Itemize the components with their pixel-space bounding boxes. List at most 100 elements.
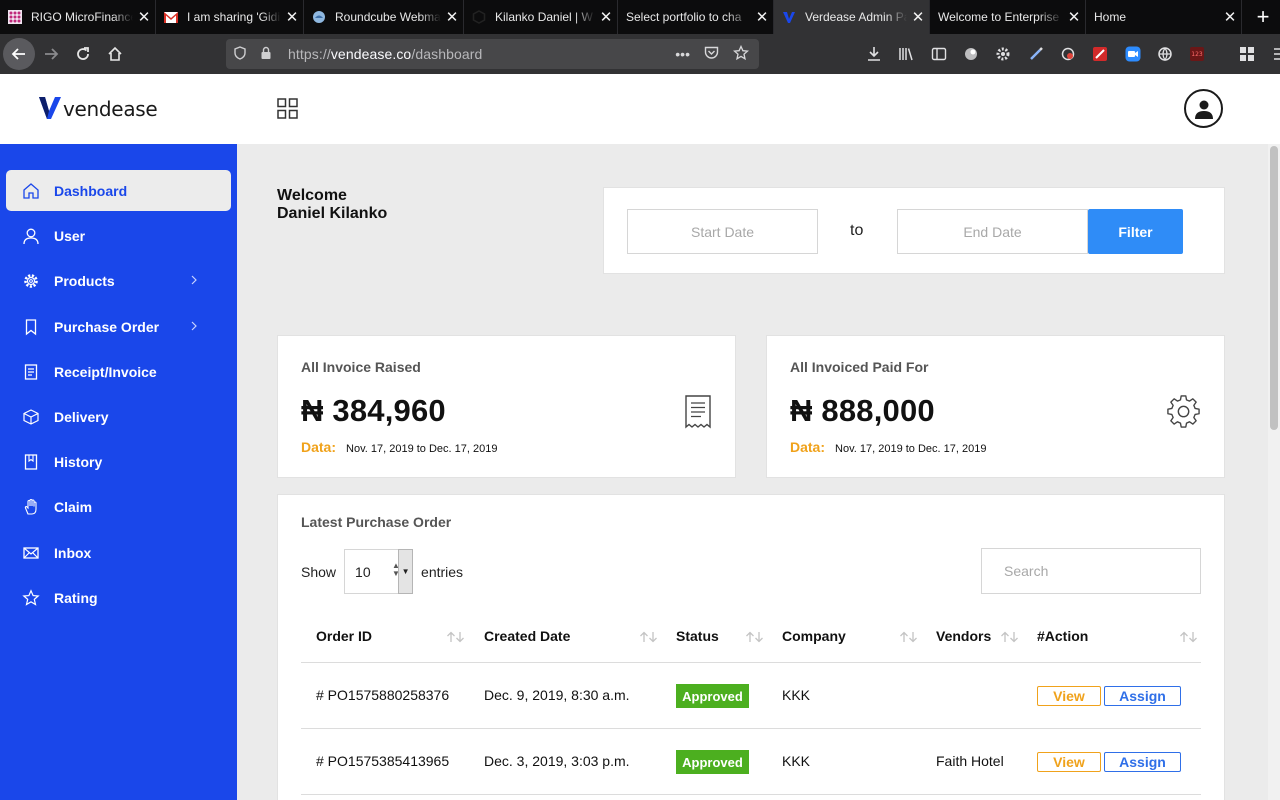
view-button[interactable]: View (1037, 686, 1101, 706)
browser-tab[interactable]: Welcome to Enterprise ✕ (930, 0, 1086, 34)
column-header[interactable]: #Action (1037, 628, 1088, 644)
browser-tab-active[interactable]: Verdease Admin Pa ✕ (774, 0, 930, 34)
start-date-input[interactable]: Start Date (627, 209, 818, 254)
sort-arrows-icon[interactable] (638, 631, 660, 643)
forward-arrow-icon[interactable] (35, 38, 67, 70)
welcome-user-name: Daniel Kilanko (277, 205, 388, 222)
browser-tab[interactable]: Roundcube Webmail ✕ (304, 0, 464, 34)
sidebar-item-products[interactable]: Products (6, 260, 231, 301)
more-actions-icon[interactable]: ••• (675, 46, 690, 62)
close-icon[interactable]: ✕ (1219, 8, 1241, 26)
close-icon[interactable]: ✕ (751, 8, 773, 26)
extension-gear-icon[interactable] (987, 46, 1019, 62)
sort-arrows-icon[interactable] (999, 631, 1021, 643)
table-search-input[interactable]: Search (981, 548, 1201, 594)
order-id-cell: # PO1575880258376 (316, 687, 450, 703)
column-header[interactable]: Order ID (316, 628, 372, 644)
entries-label: entries (421, 563, 464, 580)
sidebar-item-label: User (54, 227, 86, 244)
extensions-puzzle-icon[interactable] (1231, 46, 1263, 62)
table-row: # PO1575880258376 Dec. 9, 2019, 8:30 a.m… (301, 663, 1201, 729)
tab-title: Select portfolio to cha (626, 10, 742, 24)
user-avatar[interactable] (1184, 89, 1223, 128)
reader-view-icon[interactable] (923, 46, 955, 62)
close-icon[interactable]: ✕ (1063, 8, 1085, 26)
extension-red-icon[interactable] (1084, 46, 1116, 62)
sort-arrows-icon[interactable] (898, 631, 920, 643)
library-icon[interactable] (890, 46, 922, 62)
column-header[interactable]: Vendors (936, 628, 991, 644)
sidebar-item-rating[interactable]: Rating (6, 577, 231, 618)
browser-tab[interactable]: Home ✕ (1086, 0, 1242, 34)
entries-select[interactable]: 10 ▲ ▼ ▼ (344, 549, 414, 594)
url-host: vendease.co (330, 46, 412, 62)
svg-text:123: 123 (1191, 51, 1203, 58)
new-tab-icon[interactable]: + (1246, 0, 1280, 34)
end-date-input[interactable]: End Date (897, 209, 1088, 254)
filter-button[interactable]: Filter (1088, 209, 1183, 254)
sidebar-item-receipt-invoice[interactable]: Receipt/Invoice (6, 351, 231, 392)
sidebar-item-inbox[interactable]: Inbox (6, 532, 231, 573)
hamburger-menu-icon[interactable] (1264, 46, 1280, 62)
sidebar-item-purchase-order[interactable]: Purchase Order (6, 306, 231, 347)
extension-red-ring-icon[interactable] (1052, 46, 1084, 62)
order-id-cell: # PO1575385413965 (316, 753, 450, 769)
sort-arrows-icon[interactable] (445, 631, 467, 643)
zoom-extension-icon[interactable] (1116, 46, 1148, 62)
url-actions: ••• (675, 39, 750, 69)
pocket-icon[interactable] (704, 46, 719, 63)
browser-tab[interactable]: Select portfolio to cha ✕ (618, 0, 774, 34)
column-header[interactable]: Created Date (484, 628, 570, 644)
sidebar-item-history[interactable]: History (6, 441, 231, 482)
sort-arrows-icon[interactable] (744, 631, 766, 643)
company-cell: KKK (782, 753, 811, 769)
assign-button[interactable]: Assign (1104, 752, 1181, 772)
bookmark-star-icon[interactable] (732, 44, 750, 64)
assign-button[interactable]: Assign (1104, 686, 1181, 706)
apps-grid-icon[interactable] (277, 98, 298, 119)
dropdown-arrow-icon[interactable]: ▼ (398, 549, 414, 594)
scrollbar-thumb[interactable] (1270, 146, 1278, 430)
browser-tab[interactable]: I am sharing 'Gidi ✕ (156, 0, 304, 34)
close-icon[interactable]: ✕ (907, 8, 929, 26)
tab-title: RIGO MicroFinance (31, 10, 133, 24)
column-header[interactable]: Company (782, 628, 846, 644)
welcome-heading: Welcome Daniel Kilanko (277, 187, 387, 223)
hand-icon (21, 497, 41, 517)
page-scrollbar[interactable] (1268, 144, 1280, 800)
download-icon[interactable] (858, 46, 890, 62)
url-path: /dashboard (411, 46, 483, 62)
view-button[interactable]: View (1037, 752, 1101, 772)
browser-tab[interactable]: RIGO MicroFinance ✕ (0, 0, 156, 34)
shield-icon[interactable] (234, 45, 248, 63)
sidebar-item-user[interactable]: User (6, 215, 231, 256)
vendor-cell: Faith Hotel (936, 753, 1004, 769)
home-icon[interactable] (99, 38, 131, 70)
tab-title: Kilanko Daniel | W (495, 10, 593, 24)
entries-value: 10 (355, 563, 371, 580)
extension-badge-icon[interactable]: 123 (1181, 46, 1213, 62)
vendease-logo[interactable]: vendease (38, 96, 158, 120)
extension-pen-icon[interactable] (1019, 46, 1051, 62)
sidebar-item-delivery[interactable]: Delivery (6, 396, 231, 437)
close-icon[interactable]: ✕ (595, 8, 617, 26)
entries-control: Show 10 ▲ ▼ ▼ entries (301, 549, 463, 594)
sidebar-item-claim[interactable]: Claim (6, 486, 231, 527)
url-bar[interactable]: https://vendease.co/dashboard ••• (226, 39, 759, 69)
history-icon (21, 452, 41, 472)
stat-date-value: Nov. 17, 2019 to Dec. 17, 2019 (346, 443, 498, 455)
extension-ball-icon[interactable] (955, 46, 987, 62)
back-arrow-icon[interactable] (3, 38, 35, 70)
close-icon[interactable]: ✕ (133, 8, 155, 26)
sidebar-item-label: Receipt/Invoice (54, 363, 157, 380)
reload-icon[interactable] (67, 38, 99, 70)
browser-tab[interactable]: Kilanko Daniel | W ✕ (464, 0, 618, 34)
lock-icon[interactable] (260, 46, 274, 63)
sidebar-item-dashboard[interactable]: Dashboard (6, 170, 231, 211)
close-icon[interactable]: ✕ (281, 8, 303, 26)
column-header[interactable]: Status (676, 628, 719, 644)
extension-globe-icon[interactable] (1149, 46, 1181, 62)
close-icon[interactable]: ✕ (441, 8, 463, 26)
table-row: # PO1575385413965 Dec. 3, 2019, 3:03 p.m… (301, 729, 1201, 795)
sort-arrows-icon[interactable] (1178, 631, 1200, 643)
